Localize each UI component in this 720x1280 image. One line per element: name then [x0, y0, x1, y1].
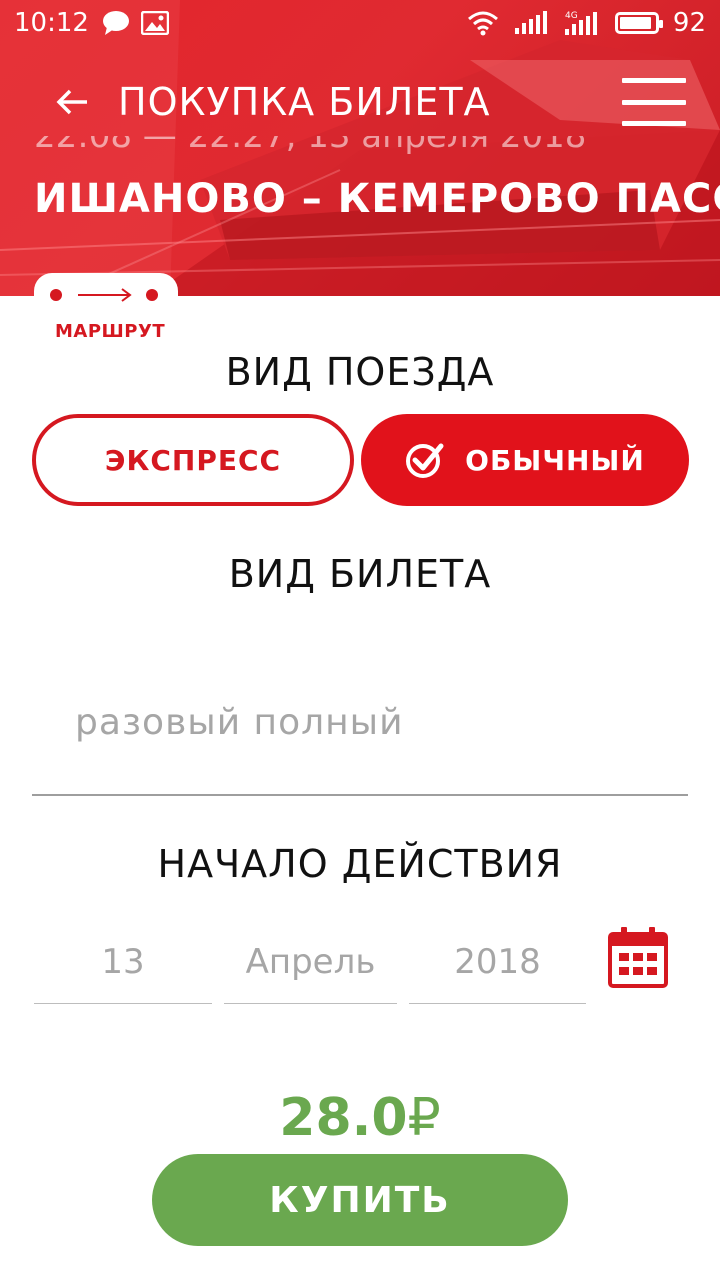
image-icon	[140, 11, 169, 35]
signal-4g-icon: 4G	[564, 11, 597, 35]
ticket-type-value: разовый полный	[75, 702, 404, 743]
header: 10:12 4G 92 ПОКУПКА БИЛЕТА 22:08 — 22:27…	[0, 0, 720, 296]
back-arrow-icon	[56, 89, 87, 115]
calendar-button[interactable]	[608, 926, 668, 988]
battery-icon	[614, 12, 663, 34]
currency-symbol: ₽	[407, 1088, 441, 1148]
battery-percent: 92	[672, 8, 706, 38]
route-tab[interactable]	[34, 273, 178, 319]
status-bar: 10:12 4G 92	[0, 0, 720, 46]
route-tab-label: МАРШРУТ	[55, 321, 166, 342]
menu-icon	[622, 78, 686, 83]
wifi-icon	[467, 11, 498, 36]
signal-icon	[514, 11, 547, 34]
ticket-type-select[interactable]: разовый полный	[32, 690, 688, 796]
trip-time: 22:08 — 22:27, 13 апреля 2018	[34, 136, 587, 156]
route-name: ИШАНОВО – КЕМЕРОВО ПАСС	[34, 176, 720, 222]
route-icon	[50, 288, 158, 302]
regular-label: ОБЫЧНЫЙ	[465, 443, 645, 477]
back-button[interactable]	[42, 72, 102, 132]
month-field[interactable]: Апрель	[224, 920, 397, 1004]
day-field[interactable]: 13	[34, 920, 212, 1004]
express-option-button[interactable]: ЭКСПРЕСС	[32, 414, 354, 506]
calendar-icon	[608, 927, 668, 988]
express-label: ЭКСПРЕСС	[104, 443, 282, 477]
status-time: 10:12	[14, 8, 89, 38]
train-type-title: ВИД ПОЕЗДА	[225, 350, 495, 394]
start-date-title: НАЧАЛО ДЕЙСТВИЯ	[157, 842, 563, 886]
year-field[interactable]: 2018	[409, 920, 586, 1004]
page-title: ПОКУПКА БИЛЕТА	[118, 80, 491, 124]
menu-button[interactable]	[622, 74, 686, 130]
buy-label: КУПИТЬ	[269, 1179, 451, 1221]
check-icon	[405, 440, 445, 480]
chat-icon	[102, 11, 129, 35]
price-amount: 28.0	[279, 1088, 408, 1148]
ticket-type-title: ВИД БИЛЕТА	[228, 552, 492, 596]
price: 28.0₽	[0, 1088, 720, 1148]
svg-text:4G: 4G	[565, 11, 578, 21]
buy-button[interactable]: КУПИТЬ	[152, 1154, 568, 1246]
regular-option-button[interactable]: ОБЫЧНЫЙ	[361, 414, 689, 506]
toolbar: ПОКУПКА БИЛЕТА	[0, 66, 720, 138]
